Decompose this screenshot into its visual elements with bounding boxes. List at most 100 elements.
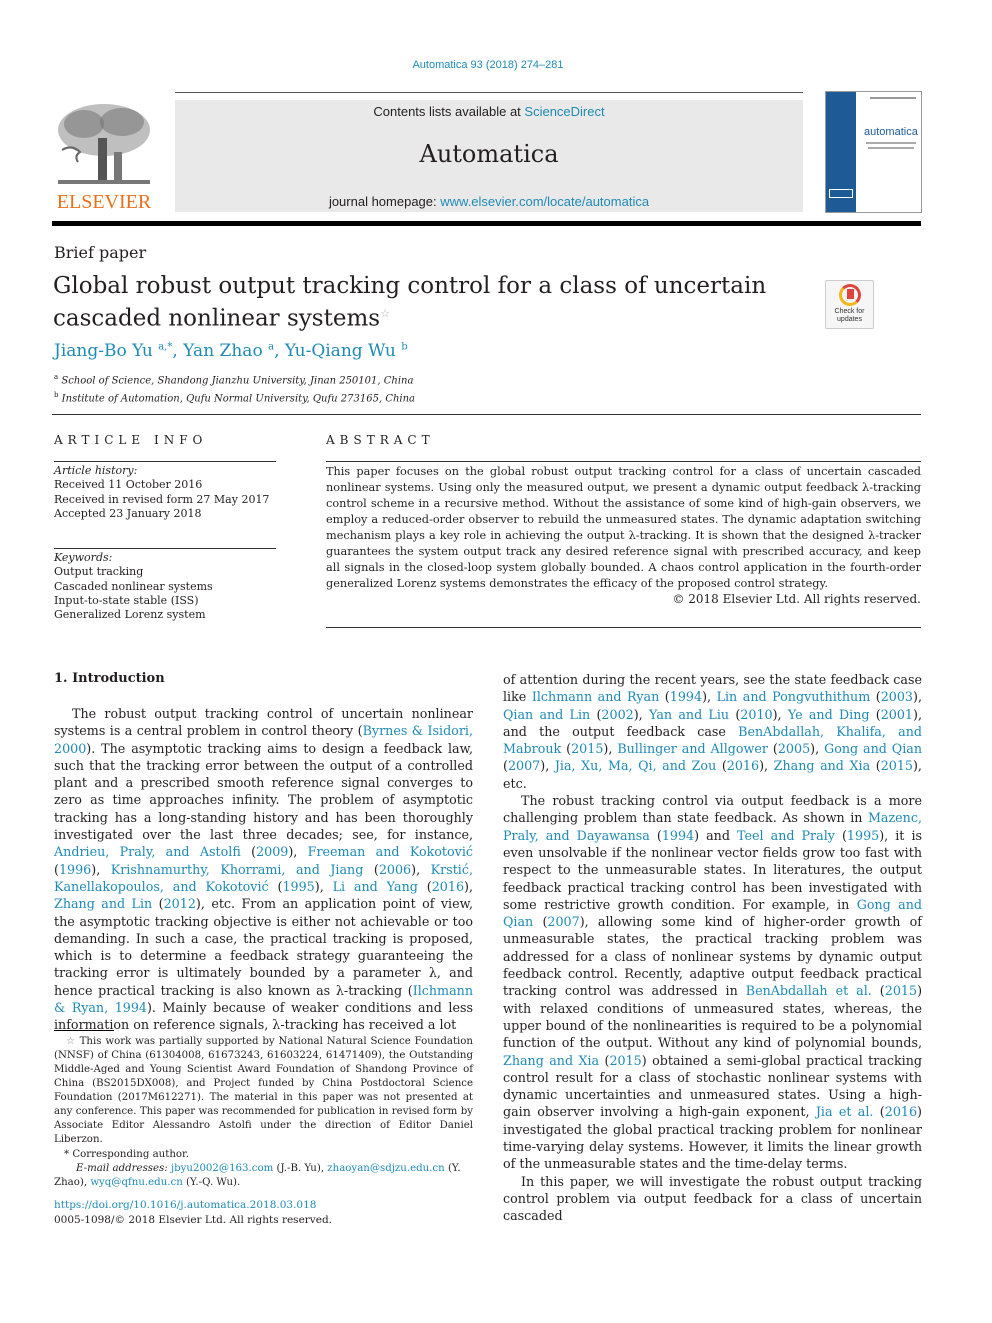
check-updates-label: Check for updates: [826, 308, 873, 324]
cover-volume-line: [870, 97, 916, 99]
journal-cover-thumbnail[interactable]: automatica: [825, 91, 922, 213]
article-info-rule: [54, 461, 276, 462]
citation-link[interactable]: Andrieu, Praly, and Astolfi: [54, 844, 241, 859]
body-text: (: [152, 896, 164, 912]
keywords-label: Keywords:: [54, 551, 113, 564]
abstract-bottom-rule: [326, 627, 921, 628]
journal-citation-link[interactable]: Automatica 93 (2018) 274–281: [0, 59, 976, 71]
affiliation-text: School of Science, Shandong Jianzhu Univ…: [61, 375, 414, 387]
citation-link[interactable]: 2006: [379, 862, 411, 877]
elsevier-wordmark: ELSEVIER: [56, 191, 152, 213]
citation-link[interactable]: 2007: [547, 914, 579, 929]
citation-link[interactable]: 2003: [881, 689, 913, 704]
body-text: (: [729, 706, 741, 722]
sciencedirect-link[interactable]: ScienceDirect: [524, 104, 604, 119]
body-text: (: [417, 878, 432, 894]
citation-link[interactable]: Yan and Liu: [649, 707, 729, 722]
affiliation-mark: b: [54, 391, 59, 400]
elsevier-tree-icon: [58, 104, 150, 184]
citation-link[interactable]: 2016: [727, 758, 759, 773]
contents-line: Contents lists available at ScienceDirec…: [175, 104, 803, 119]
body-text: ),: [633, 706, 649, 722]
email-link[interactable]: jbyu2002@163.com: [171, 1163, 273, 1174]
citation-link[interactable]: 2007: [508, 758, 540, 773]
citation-link[interactable]: Zhang and Xia: [503, 1053, 599, 1068]
author-affil-marks[interactable]: a,*: [158, 341, 172, 352]
author-affil-marks[interactable]: a: [268, 341, 274, 352]
check-for-updates-button[interactable]: Check for updates: [825, 280, 874, 329]
citation-link[interactable]: Krishnamurthy, Khorrami, and Jiang: [111, 862, 364, 877]
citation-link[interactable]: Qian and Lin: [503, 707, 590, 722]
citation-link[interactable]: 2009: [256, 844, 288, 859]
header-thick-rule: [52, 221, 921, 226]
funding-text: This work was partially supported by Nat…: [54, 1036, 473, 1145]
body-text: ),: [810, 741, 825, 757]
article-type: Brief paper: [54, 243, 147, 262]
citation-link[interactable]: Ye and Ding: [788, 707, 870, 722]
email-link[interactable]: wyq@qfnu.edu.cn: [90, 1177, 182, 1188]
citation-link[interactable]: 2005: [778, 741, 810, 756]
citation-link[interactable]: 2016: [432, 879, 464, 894]
citation-link[interactable]: 2002: [601, 707, 633, 722]
citation-link[interactable]: 1994: [670, 689, 702, 704]
section-heading: 1. Introduction: [54, 671, 165, 686]
citation-link[interactable]: 1995: [847, 828, 879, 843]
citation-link[interactable]: 2015: [571, 741, 603, 756]
citation-link[interactable]: 2016: [885, 1104, 917, 1119]
citation-link[interactable]: 2015: [881, 758, 913, 773]
author-link[interactable]: Yu-Qiang Wu: [285, 341, 396, 361]
author-list: Jiang-Bo Yu a,*, Yan Zhao a, Yu-Qiang Wu…: [54, 341, 408, 361]
citation-link[interactable]: Freeman and Kokotović: [308, 844, 473, 859]
citation-link[interactable]: Jia et al.: [816, 1104, 874, 1119]
elsevier-logo[interactable]: ELSEVIER: [52, 100, 156, 212]
ifac-logo-icon: [829, 189, 853, 198]
citation-link[interactable]: 2001: [881, 707, 913, 722]
body-text: The robust tracking control via output f…: [503, 793, 922, 826]
asterisk-icon: *: [64, 1149, 70, 1160]
body-text: ),: [411, 861, 431, 877]
citation-link[interactable]: BenAbdallah et al.: [746, 983, 872, 998]
author-link[interactable]: Yan Zhao: [183, 341, 263, 361]
author-link[interactable]: Jiang-Bo Yu: [54, 341, 153, 361]
citation-link[interactable]: Teel and Praly: [737, 828, 835, 843]
journal-name: Automatica: [419, 140, 559, 168]
body-text: (: [869, 706, 881, 722]
body-text: (: [659, 689, 670, 705]
citation-link[interactable]: 1996: [59, 862, 91, 877]
doi-link[interactable]: https://doi.org/10.1016/j.automatica.201…: [54, 1198, 332, 1213]
journal-homepage-link[interactable]: www.elsevier.com/locate/automatica: [440, 194, 649, 209]
citation-link[interactable]: Zhang and Lin: [54, 896, 152, 911]
citation-link[interactable]: 1995: [282, 879, 314, 894]
email-link[interactable]: zhaoyan@sdjzu.edu.cn: [327, 1163, 444, 1174]
affiliations: a School of Science, Shandong Jianzhu Un…: [54, 370, 415, 407]
bookmark-icon: [846, 289, 854, 299]
body-text: ),: [464, 878, 474, 894]
citation-link[interactable]: Bullinger and Allgower: [617, 741, 768, 756]
citation-link[interactable]: Zhang and Xia: [774, 758, 871, 773]
citation-link[interactable]: Lin and Pongvuthithum: [717, 689, 871, 704]
citation-link[interactable]: 2015: [609, 1053, 641, 1068]
paragraph: of attention during the recent years, se…: [503, 671, 922, 792]
email-footnote: E-mail addresses: jbyu2002@163.com (J.-B…: [54, 1163, 461, 1188]
citation-link[interactable]: 2012: [164, 896, 196, 911]
body-text: In this paper, we will investigate the r…: [503, 1173, 922, 1224]
body-text: ). The asymptotic tracking aims to desig…: [54, 740, 473, 843]
body-text: (: [268, 878, 283, 894]
body-text: (: [363, 861, 379, 877]
issn-copyright: 0005-1098/© 2018 Elsevier Ltd. All right…: [54, 1213, 333, 1226]
author-affil-marks[interactable]: b: [401, 341, 407, 352]
body-text: ) and: [694, 827, 738, 843]
citation-link[interactable]: Gong and Qian: [824, 741, 922, 756]
body-text: ),: [91, 861, 111, 877]
citation-link[interactable]: Li and Yang: [333, 879, 418, 894]
citation-link[interactable]: 1994: [662, 828, 694, 843]
body-text: (: [870, 689, 881, 705]
citation-link[interactable]: 2010: [740, 707, 772, 722]
citation-link[interactable]: Jia, Xu, Ma, Qi, and Zou: [555, 758, 716, 773]
citation-link[interactable]: Ilchmann and Ryan: [532, 689, 659, 704]
footnote-star-icon: ☆: [66, 1036, 76, 1047]
body-text: (: [590, 706, 602, 722]
keyword-item: Generalized Lorenz system: [54, 608, 206, 622]
citation-link[interactable]: 2015: [885, 983, 917, 998]
title-footnote-star-icon[interactable]: ☆: [380, 307, 390, 320]
